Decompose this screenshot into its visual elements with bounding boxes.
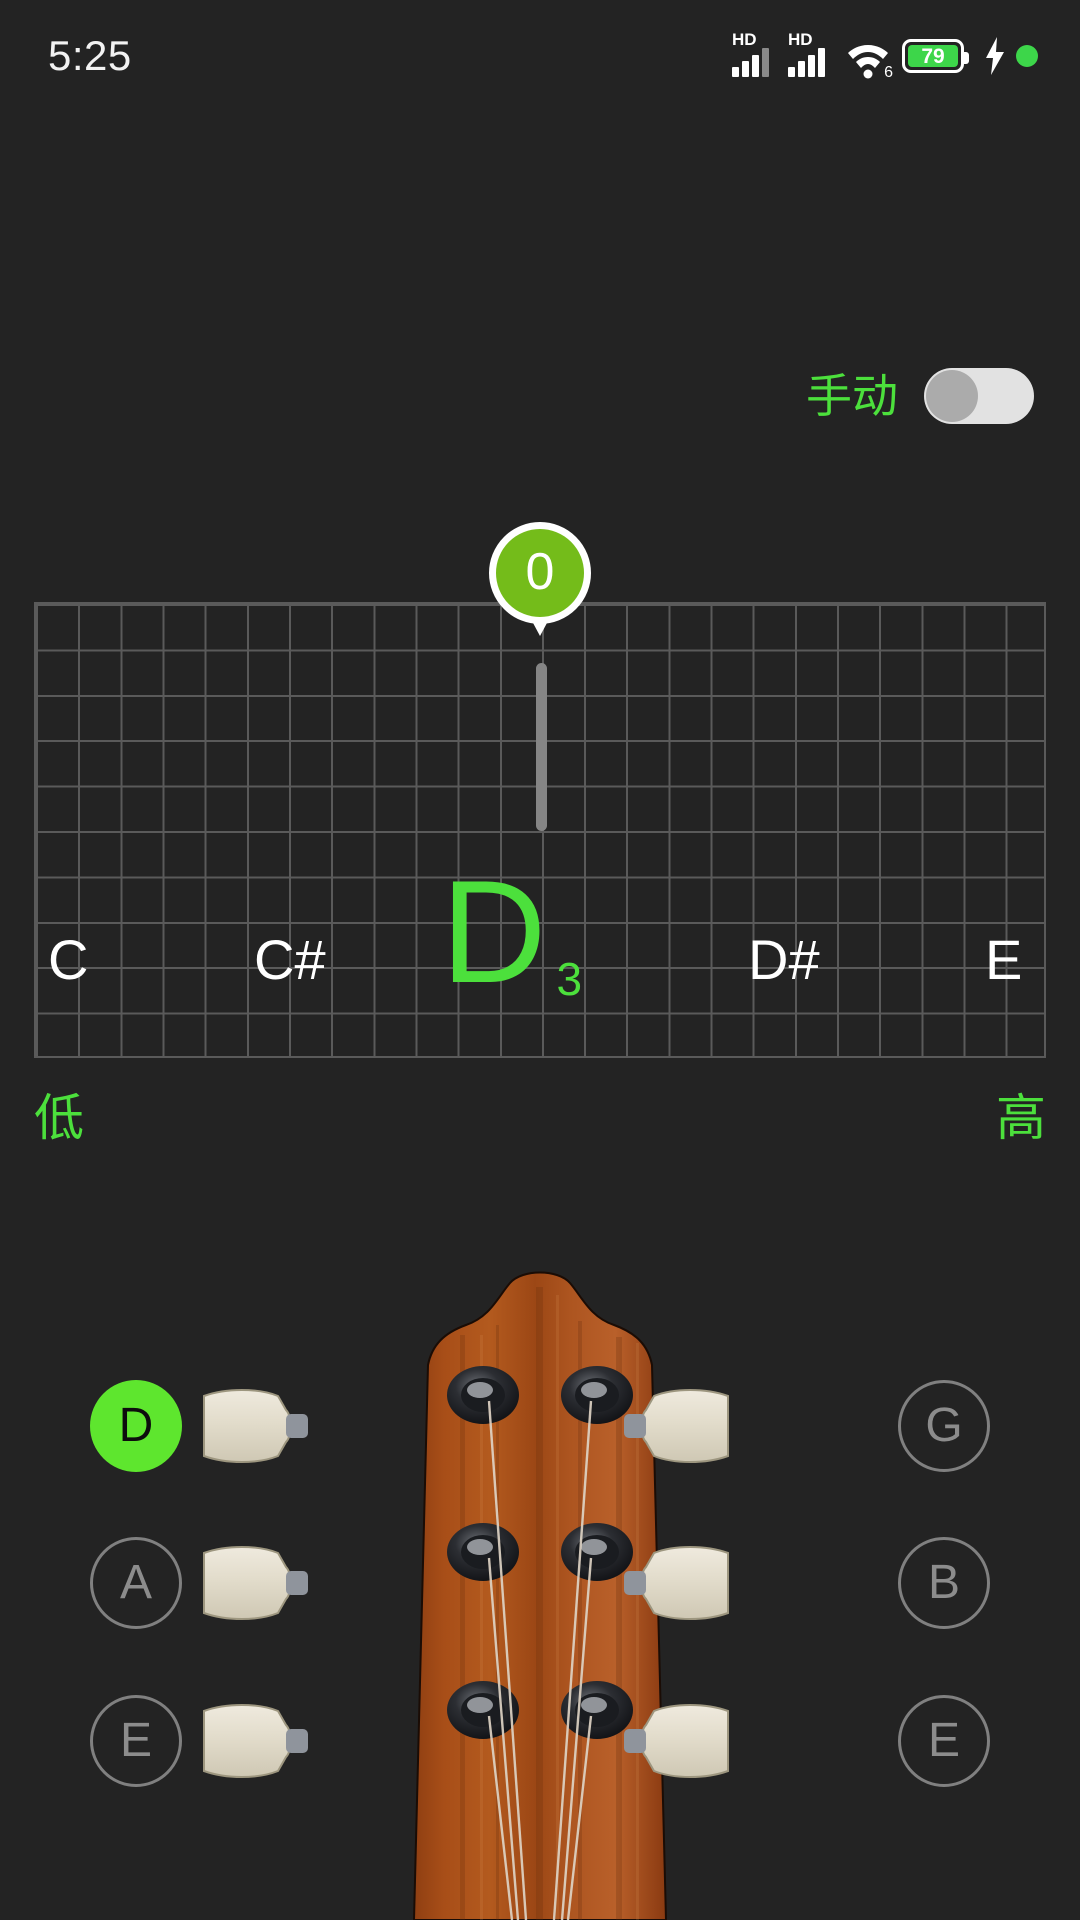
tuner-app-screen: 5:25 HD HD 6 79 手动 0 C C# D# E D 3 低 高 D… — [0, 0, 1080, 1920]
range-low-label: 低 — [34, 1090, 84, 1146]
hd-signal-icon-1: HD — [732, 30, 778, 79]
tuner-needle — [536, 663, 547, 831]
current-note-octave: 3 — [556, 953, 583, 1005]
string-button-d-left[interactable]: D — [90, 1380, 182, 1472]
status-icon-tray: HD HD 6 79 — [732, 28, 1038, 84]
manual-mode-row: 手动 — [806, 368, 1034, 424]
range-high-label: 高 — [996, 1090, 1046, 1146]
string-button-e-right[interactable]: E — [898, 1695, 990, 1787]
battery-icon: 79 — [902, 39, 969, 73]
string-button-g-right[interactable]: G — [898, 1380, 990, 1472]
scale-label-c: C — [48, 928, 89, 991]
cents-value: 0 — [525, 543, 555, 601]
tuning-peg-right-1 — [620, 1380, 732, 1472]
string-button-b-right[interactable]: B — [898, 1537, 990, 1629]
tuning-peg-left-2 — [200, 1537, 312, 1629]
status-dot-icon — [1016, 45, 1038, 67]
status-bar: 5:25 HD HD 6 79 — [0, 0, 1080, 110]
manual-mode-toggle[interactable] — [924, 368, 1034, 424]
signal-bars-1 — [732, 47, 778, 77]
wifi-generation-label: 6 — [884, 64, 893, 81]
current-note-letter: D — [441, 850, 547, 1013]
hd-label-2: HD — [788, 30, 813, 49]
scale-label-e: E — [985, 928, 1023, 991]
toggle-knob — [926, 370, 978, 422]
status-clock: 5:25 — [48, 32, 132, 79]
headstock-area: D G A B E E — [0, 1225, 1080, 1920]
range-labels: 低 高 — [34, 1090, 1046, 1146]
string-button-a-left[interactable]: A — [90, 1537, 182, 1629]
manual-mode-label: 手动 — [806, 370, 898, 422]
hd-signal-icon-2: HD — [788, 30, 834, 79]
tuning-peg-right-2 — [620, 1537, 732, 1629]
hd-label-1: HD — [732, 30, 757, 49]
charging-bolt-icon — [986, 37, 1004, 75]
wifi-6-icon: 6 — [844, 33, 893, 81]
signal-bars-2 — [788, 47, 834, 77]
battery-percent-label: 79 — [908, 45, 958, 67]
scale-label-d-sharp: D# — [748, 928, 820, 991]
cents-indicator-bubble: 0 — [489, 522, 591, 636]
scale-label-c-sharp: C# — [254, 928, 326, 991]
string-button-e-left[interactable]: E — [90, 1695, 182, 1787]
tuning-peg-left-1 — [200, 1380, 312, 1472]
tuning-peg-left-3 — [200, 1695, 312, 1787]
tuning-peg-right-3 — [620, 1695, 732, 1787]
current-note-display: D 3 — [441, 850, 582, 1013]
bubble-circle: 0 — [489, 522, 591, 624]
